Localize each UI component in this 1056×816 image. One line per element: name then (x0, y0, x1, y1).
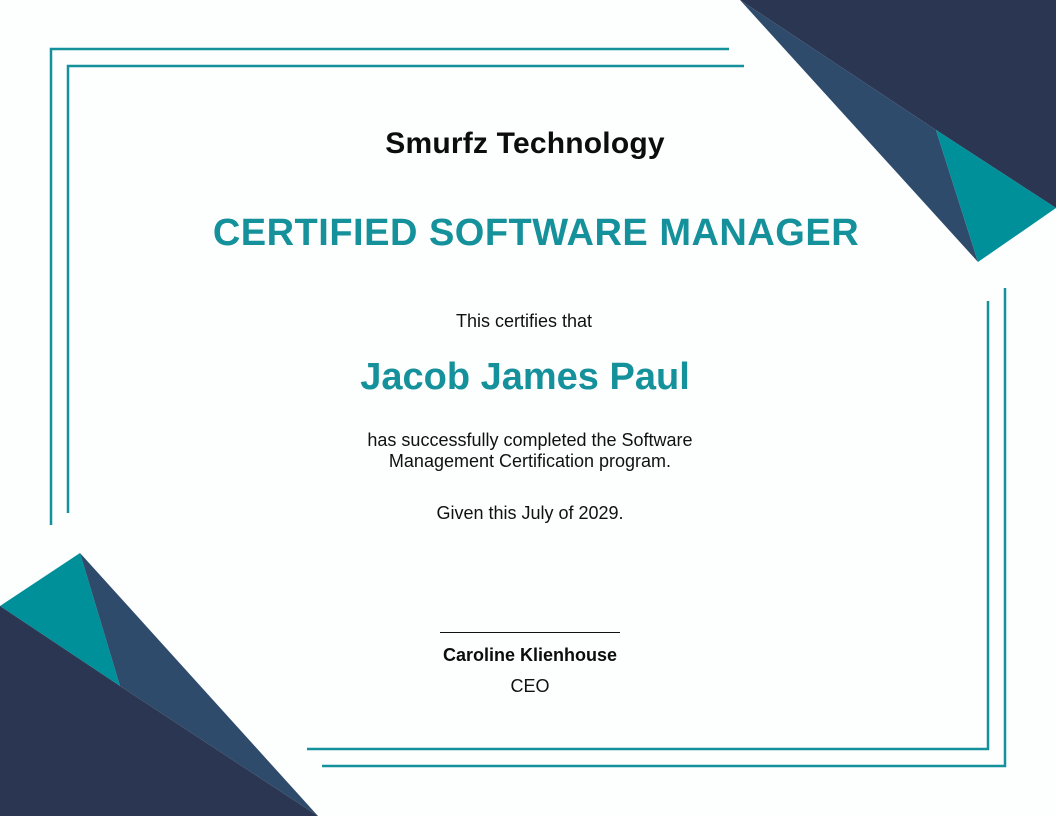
description-line-1: has successfully completed the Software (367, 430, 693, 450)
top-right-navy-triangle (740, 0, 1056, 208)
certificate-page: Smurfz Technology CERTIFIED SOFTWARE MAN… (0, 0, 1056, 816)
company-name: Smurfz Technology (385, 127, 665, 160)
certificate-title: CERTIFIED SOFTWARE MANAGER (212, 212, 860, 254)
given-date: Given this July of 2029. (436, 503, 624, 523)
signature-line (440, 632, 620, 633)
recipient-name: Jacob James Paul (360, 356, 690, 398)
signer-name: Caroline Klienhouse (442, 645, 618, 665)
description-line-2: Management Certification program. (388, 451, 672, 471)
signer-role: CEO (510, 676, 550, 696)
intro-text: This certifies that (455, 311, 593, 331)
completion-description: has successfully completed the Software … (0, 430, 1056, 472)
